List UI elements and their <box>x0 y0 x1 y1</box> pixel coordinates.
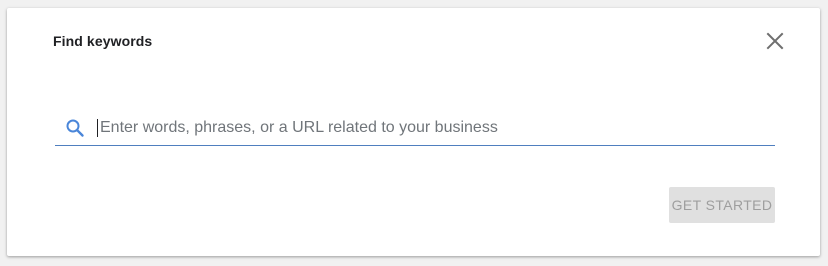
close-icon <box>766 32 784 50</box>
get-started-button[interactable]: GET STARTED <box>669 187 775 223</box>
find-keywords-dialog: Find keywords GET STARTED <box>7 8 820 256</box>
search-icon <box>65 118 85 138</box>
dialog-title: Find keywords <box>53 33 153 49</box>
close-button[interactable] <box>762 28 788 54</box>
keyword-search-field[interactable] <box>55 111 775 146</box>
search-input[interactable] <box>98 113 760 143</box>
